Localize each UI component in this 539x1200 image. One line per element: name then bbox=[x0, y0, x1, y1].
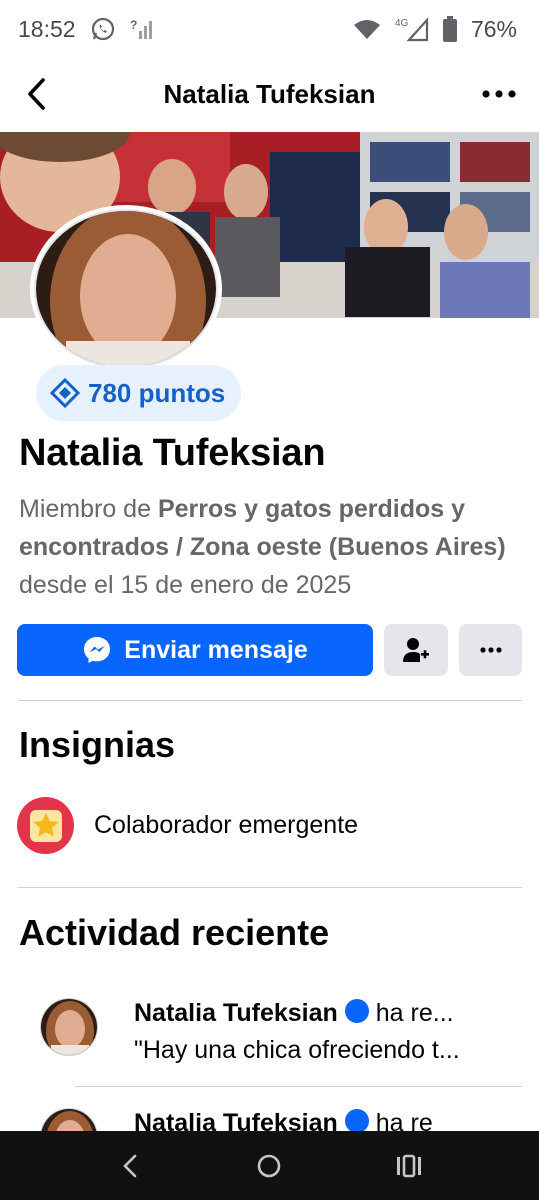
activity-action: ha re... bbox=[375, 999, 454, 1027]
header-more-button[interactable] bbox=[479, 74, 519, 114]
chevron-left-icon bbox=[28, 78, 45, 110]
badge-item[interactable]: Colaborador emergente bbox=[17, 797, 358, 854]
points-badge[interactable]: 780 puntos bbox=[36, 365, 242, 421]
signal-question-icon: ? bbox=[130, 17, 152, 41]
profile-more-button[interactable] bbox=[459, 624, 522, 676]
profile-avatar[interactable] bbox=[30, 205, 222, 373]
svg-text:4G: 4G bbox=[395, 18, 409, 29]
svg-text:?: ? bbox=[130, 18, 137, 32]
verified-icon bbox=[344, 998, 370, 1031]
divider bbox=[18, 700, 522, 701]
back-button[interactable] bbox=[20, 74, 52, 114]
activity-snippet: "Hay una chica ofreciendo t... bbox=[134, 1036, 460, 1064]
profile-name: Natalia Tufeksian bbox=[19, 432, 326, 474]
header-title: Natalia Tufeksian bbox=[163, 78, 376, 109]
activity-author[interactable]: Natalia Tufeksian bbox=[134, 999, 338, 1027]
system-recents-button[interactable] bbox=[384, 1141, 434, 1191]
battery-icon bbox=[442, 16, 457, 42]
member-prefix: Miembro de bbox=[19, 495, 158, 523]
avatar bbox=[40, 998, 98, 1056]
recents-icon bbox=[397, 1154, 422, 1177]
diamond-points-icon bbox=[50, 378, 80, 408]
divider bbox=[75, 1086, 522, 1087]
status-time: 18:52 bbox=[18, 15, 76, 42]
profile-actions: Enviar mensaje bbox=[17, 624, 522, 676]
send-message-label: Enviar mensaje bbox=[124, 635, 308, 664]
system-home-button[interactable] bbox=[244, 1141, 294, 1191]
add-friend-button[interactable] bbox=[384, 624, 448, 676]
wifi-icon bbox=[353, 18, 381, 40]
avatar-photo bbox=[34, 209, 218, 369]
divider bbox=[18, 887, 522, 888]
badge-label: Colaborador emergente bbox=[94, 811, 359, 839]
add-person-icon bbox=[403, 638, 429, 662]
whatsapp-icon bbox=[90, 16, 116, 42]
badges-title: Insignias bbox=[19, 724, 176, 765]
activity-item[interactable]: Natalia Tufeksian ha re... "Hay una chica… bbox=[40, 998, 520, 1068]
activity-headline: Natalia Tufeksian ha re... bbox=[134, 998, 520, 1031]
cell-signal-icon: 4G bbox=[395, 16, 429, 42]
ellipsis-icon bbox=[482, 90, 516, 98]
status-left: 18:52 ? bbox=[18, 16, 152, 43]
app-header: Natalia Tufeksian bbox=[0, 58, 539, 130]
ellipsis-icon bbox=[479, 647, 502, 653]
points-label: 780 puntos bbox=[88, 377, 226, 408]
activity-title: Actividad reciente bbox=[19, 912, 330, 953]
battery-percentage: 76% bbox=[470, 15, 517, 42]
member-suffix: desde el 15 de enero de 2025 bbox=[19, 571, 352, 599]
status-bar: 18:52 ? 4G 76% bbox=[0, 0, 539, 58]
system-back-button[interactable] bbox=[105, 1141, 155, 1191]
send-message-button[interactable]: Enviar mensaje bbox=[17, 624, 373, 676]
home-circle-icon bbox=[258, 1154, 281, 1177]
membership-info: Miembro de Perros y gatos perdidos y enc… bbox=[19, 490, 524, 604]
chevron-left-icon bbox=[122, 1154, 137, 1177]
messenger-icon bbox=[84, 637, 111, 663]
star-icon bbox=[17, 797, 74, 854]
status-right: 4G 76% bbox=[353, 16, 517, 43]
system-nav-bar bbox=[0, 1131, 539, 1200]
